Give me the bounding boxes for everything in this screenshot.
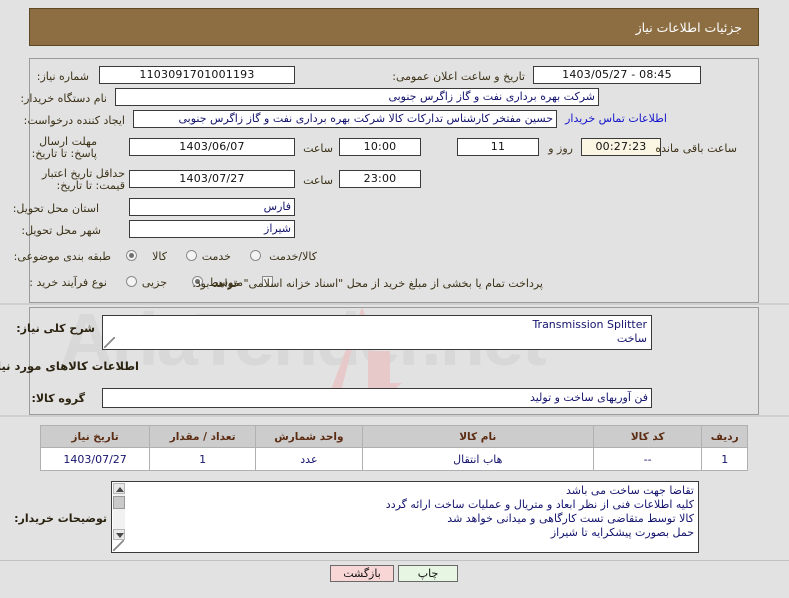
goods-info-heading: اطلاعات کالاهای مورد نیاز [0,359,139,373]
process-type-radio-jozei[interactable] [126,276,137,287]
public-announce-label: تاریخ و ساعت اعلان عمومی: [392,70,525,83]
items-table: ردیف کد کالا نام کالا واحد شمارش تعداد /… [39,425,748,471]
overall-need-label: شرح کلی نیاز: [16,322,95,335]
creator-value: حسین مفتخر کارشناس تدارکات کالا شرکت بهر… [133,110,557,128]
category-radio-kala-khedmat[interactable] [250,250,261,261]
need-number-label: شماره نیاز: [36,70,89,83]
process-type-label: نوع فرآیند خرید : [29,276,107,289]
reply-deadline-label: مهلت ارسال پاسخ: تا تاریخ: [31,135,97,160]
creator-label: ایجاد کننده درخواست: [23,114,125,127]
cell-kod-kala: -- [592,447,703,471]
buyer-notes-textarea[interactable]: تقاضا جهت ساخت می باشد کلیه اطلاعات فنی … [111,481,699,553]
province-value: فارس [129,198,295,216]
print-button[interactable]: چاپ [398,565,458,582]
cell-tarikh-niaz: 1403/07/27 [39,447,151,471]
scroll-down-icon[interactable] [113,529,125,540]
col-tarikh-niaz: تاریخ نیاز [39,425,151,448]
col-radif: ردیف [701,425,748,448]
category-option-kala-label: کالا [152,250,167,263]
category-label: طبقه بندی موضوعی: [13,250,111,263]
buyer-org-value: شرکت بهره برداری نفت و گاز زاگرس جنوبی [115,88,599,106]
col-nam-kala: نام کالا [361,425,594,448]
reply-deadline-time: 10:00 [339,138,421,156]
section-divider-1 [0,303,789,305]
table-row: 1 -- هاب انتقال عدد 1 1403/07/27 [39,447,748,471]
section-divider-2 [0,415,789,417]
back-button[interactable]: بازگشت [330,565,394,582]
col-kod-kala: کد کالا [592,425,703,448]
process-type-option-jozei-label: جزیی [141,276,167,289]
city-label: شهر محل تحویل: [21,224,101,237]
province-label: استان محل تحویل: [12,202,99,215]
page-header-bar: جزئیات اطلاعات نیاز [29,8,759,46]
countdown-days-suffix: روز و [548,142,573,155]
buyer-notes-scrollbar[interactable] [113,483,125,540]
price-validity-time: 23:00 [339,170,421,188]
countdown-days: 11 [457,138,539,156]
cell-nam-kala: هاب انتقال [361,447,594,471]
overall-need-textarea[interactable]: Transmission Splitter ساخت [102,315,652,350]
cell-radif: 1 [701,447,748,471]
scrollbar-thumb[interactable] [113,496,125,509]
footer-divider [0,560,789,561]
goods-group-value: فن آوریهای ساخت و تولید [102,388,652,408]
resize-grip-icon[interactable] [113,540,124,551]
category-radio-kala[interactable] [126,250,137,261]
countdown-suffix: ساعت باقی مانده [655,142,737,155]
public-announce-value: 08:45 - 1403/05/27 [533,66,701,84]
col-vahed-shomaresh: واحد شمارش [255,425,363,448]
buyer-org-label: نام دستگاه خریدار: [20,92,107,105]
need-number-value: 1103091701001193 [99,66,295,84]
page-title: جزئیات اطلاعات نیاز [635,20,742,35]
buyer-notes-line-2: کلیه اطلاعات فنی از نظر ابعاد و متریال و… [385,498,694,511]
reply-deadline-date: 1403/06/07 [129,138,295,156]
goods-group-label: گروه کالا: [31,392,85,405]
cell-vahed-shomaresh: عدد [255,447,363,471]
buyer-notes-line-1: تقاضا جهت ساخت می باشد [566,484,694,497]
city-value: شیراز [129,220,295,238]
buyer-notes-line-3: کالا توسط متقاضی تست کارگاهی و میدانی خو… [447,512,694,525]
treasury-bond-label: پرداخت تمام یا بخشی از مبلغ خرید از محل … [192,277,543,290]
cell-tedad-meqdar: 1 [149,447,257,471]
buyer-contact-link[interactable]: اطلاعات تماس خریدار [565,112,667,125]
countdown-clock: 00:27:23 [581,138,661,156]
category-option-khedmat-label: خدمت [201,250,231,263]
buyer-notes-label: توضیحات خریدار: [14,512,107,525]
col-tedad-meqdar: تعداد / مقدار [149,425,257,448]
resize-grip-icon[interactable] [104,337,115,348]
price-validity-date: 1403/07/27 [129,170,295,188]
price-validity-hour-label: ساعت [303,174,333,187]
category-option-kala-khedmat-label: کالا/خدمت [269,250,317,263]
scroll-up-icon[interactable] [113,483,125,494]
price-validity-label: حداقل تاریخ اعتبار قیمت: تا تاریخ: [41,167,125,192]
buyer-notes-line-4: حمل بصورت پیشکرایه تا شیراز [550,526,694,539]
table-header-row: ردیف کد کالا نام کالا واحد شمارش تعداد /… [39,425,748,448]
reply-deadline-hour-label: ساعت [303,142,333,155]
category-radio-khedmat[interactable] [186,250,197,261]
